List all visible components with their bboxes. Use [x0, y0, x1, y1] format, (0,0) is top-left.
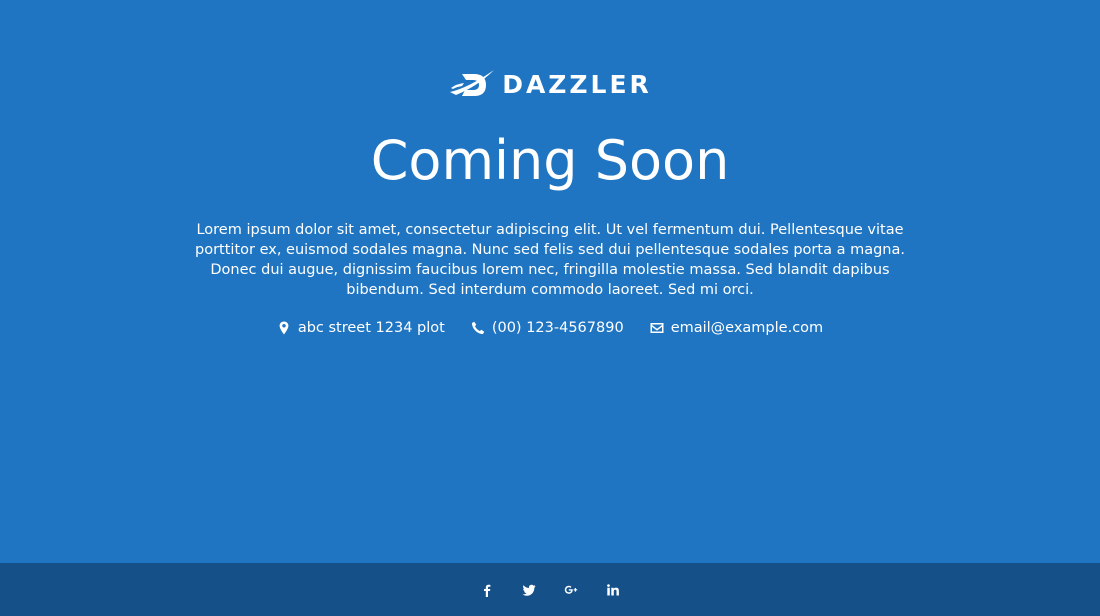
contact-phone[interactable]: (00) 123-4567890: [471, 318, 624, 338]
google-plus-link[interactable]: [563, 582, 579, 598]
page-description: Lorem ipsum dolor sit amet, consectetur …: [195, 222, 905, 298]
map-marker-icon: [279, 321, 289, 335]
phone-icon: [471, 321, 485, 335]
facebook-icon: [484, 584, 491, 597]
linkedin-link[interactable]: [605, 582, 621, 598]
brand-name: DAZZLER: [502, 70, 652, 99]
contact-info: abc street 1234 plot (00) 123-4567890 em…: [0, 318, 1100, 338]
footer: [0, 563, 1100, 616]
contact-address: abc street 1234 plot: [277, 318, 445, 338]
hero-section: DAZZLER Coming Soon Lorem ipsum dolor si…: [0, 0, 1100, 563]
twitter-link[interactable]: [521, 582, 537, 598]
google-plus-icon: [564, 585, 578, 594]
address-text: abc street 1234 plot: [297, 320, 445, 336]
email-text: email@example.com: [670, 320, 824, 336]
page-title: Coming Soon: [370, 129, 730, 192]
linkedin-icon: [607, 583, 619, 595]
brand-logo[interactable]: DAZZLER: [0, 68, 1100, 102]
facebook-link[interactable]: [479, 582, 495, 598]
contact-email[interactable]: email@example.com: [650, 318, 823, 338]
dazzler-logo-icon: [450, 70, 495, 96]
twitter-icon: [522, 584, 536, 596]
phone-text: (00) 123-4567890: [491, 320, 624, 336]
envelope-icon: [650, 323, 664, 333]
